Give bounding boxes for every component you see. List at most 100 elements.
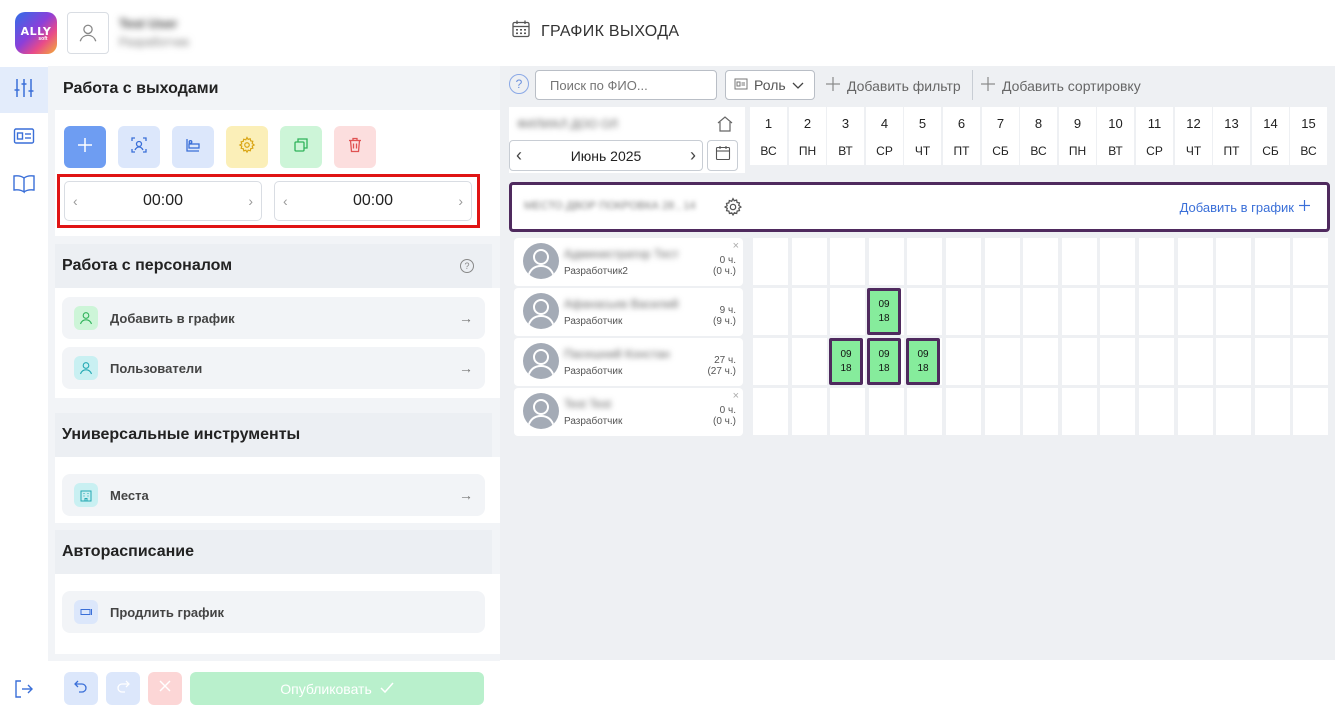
schedule-cell[interactable] [1293, 338, 1328, 385]
schedule-cell[interactable] [946, 288, 981, 335]
schedule-cell[interactable] [1216, 288, 1251, 335]
start-time-stepper[interactable]: ‹ 00:00 › [64, 181, 262, 221]
schedule-cell[interactable] [792, 238, 827, 285]
schedule-cell[interactable] [1178, 288, 1213, 335]
schedule-cell[interactable] [830, 288, 865, 335]
schedule-cell[interactable] [1139, 238, 1174, 285]
home-icon[interactable] [716, 115, 734, 138]
schedule-cell[interactable] [1255, 288, 1290, 335]
day-header[interactable]: 2 ПН [789, 107, 826, 165]
end-time-value[interactable]: 00:00 [353, 192, 393, 210]
schedule-cell[interactable] [985, 338, 1020, 385]
shift-block[interactable]: 09 18 [867, 288, 901, 335]
chevron-left-icon[interactable]: ‹ [516, 145, 522, 166]
schedule-cell[interactable] [792, 388, 827, 435]
add-sort-button[interactable]: Добавить сортировку [980, 76, 1141, 95]
chevron-left-icon[interactable]: ‹ [283, 193, 288, 209]
add-to-schedule-item[interactable]: Добавить в график → [62, 297, 485, 339]
select-employees-button[interactable] [118, 126, 160, 168]
schedule-cell[interactable] [907, 388, 942, 435]
remove-icon[interactable]: × [733, 240, 739, 252]
chevron-right-icon[interactable]: › [690, 145, 696, 166]
schedule-cell[interactable] [946, 388, 981, 435]
schedule-cell[interactable] [907, 238, 942, 285]
schedule-cell[interactable] [753, 288, 788, 335]
day-header[interactable]: 6 ПТ [943, 107, 980, 165]
schedule-cell[interactable] [792, 288, 827, 335]
schedule-cell[interactable] [1216, 388, 1251, 435]
shift-block[interactable]: 09 18 [829, 338, 863, 385]
schedule-cell[interactable] [869, 388, 904, 435]
day-header[interactable]: 10 ВТ [1097, 107, 1134, 165]
rail-schedule-settings-button[interactable] [0, 67, 48, 113]
day-off-button[interactable] [172, 126, 214, 168]
day-header[interactable]: 8 ВС [1020, 107, 1057, 165]
employee-card[interactable]: Администратор Тест Разработчик2 0 ч. (0 ч.)… [514, 238, 743, 286]
shift-block[interactable]: 09 18 [906, 338, 940, 385]
day-header[interactable]: 14 СБ [1252, 107, 1289, 165]
schedule-cell[interactable] [753, 388, 788, 435]
schedule-cell[interactable] [753, 338, 788, 385]
schedule-cell[interactable] [1100, 238, 1135, 285]
end-time-stepper[interactable]: ‹ 00:00 › [274, 181, 472, 221]
schedule-cell[interactable] [1178, 338, 1213, 385]
schedule-cell[interactable] [1293, 388, 1328, 435]
redo-button[interactable] [106, 672, 140, 705]
schedule-cell[interactable] [1255, 388, 1290, 435]
schedule-cell[interactable] [1139, 288, 1174, 335]
schedule-cell[interactable] [1100, 338, 1135, 385]
schedule-cell[interactable] [985, 238, 1020, 285]
schedule-cell[interactable] [1023, 338, 1058, 385]
cancel-button[interactable] [148, 672, 182, 705]
schedule-cell[interactable] [1293, 238, 1328, 285]
schedule-cell[interactable] [753, 238, 788, 285]
schedule-cell[interactable] [1062, 238, 1097, 285]
logout-button[interactable] [0, 668, 48, 714]
copy-shift-button[interactable] [280, 126, 322, 168]
schedule-cell[interactable] [1139, 388, 1174, 435]
schedule-cell[interactable] [907, 288, 942, 335]
help-icon[interactable]: ? [509, 74, 529, 94]
schedule-cell[interactable] [1216, 338, 1251, 385]
add-shift-button[interactable] [64, 126, 106, 168]
month-selector[interactable]: ‹ Июнь 2025 › [509, 140, 703, 171]
help-icon[interactable]: ? [460, 259, 474, 273]
add-to-schedule-link[interactable]: Добавить в график [1180, 199, 1311, 215]
schedule-cell[interactable] [1255, 238, 1290, 285]
schedule-cell[interactable] [1255, 338, 1290, 385]
schedule-cell[interactable] [1293, 288, 1328, 335]
schedule-cell[interactable] [1023, 288, 1058, 335]
delete-shift-button[interactable] [334, 126, 376, 168]
schedule-cell[interactable] [985, 288, 1020, 335]
date-picker-button[interactable] [707, 140, 738, 171]
shift-settings-button[interactable] [226, 126, 268, 168]
chevron-right-icon[interactable]: › [248, 193, 253, 209]
day-header[interactable]: 13 ПТ [1213, 107, 1250, 165]
schedule-cell[interactable] [946, 238, 981, 285]
add-filter-button[interactable]: Добавить фильтр [825, 76, 961, 95]
schedule-cell[interactable] [830, 388, 865, 435]
user-avatar[interactable] [67, 12, 109, 54]
gear-icon[interactable] [723, 197, 743, 222]
chevron-right-icon[interactable]: › [458, 193, 463, 209]
day-header[interactable]: 11 СР [1136, 107, 1173, 165]
rail-profile-card-button[interactable] [0, 115, 48, 161]
schedule-cell[interactable] [1100, 388, 1135, 435]
search-input[interactable] [535, 70, 717, 100]
employee-card[interactable]: Афанасьев Василий Разработчик 9 ч. (9 ч.) [514, 288, 743, 336]
schedule-cell[interactable] [1023, 388, 1058, 435]
rail-guide-button[interactable] [0, 163, 48, 209]
users-item[interactable]: Пользователи → [62, 347, 485, 389]
schedule-cell[interactable] [792, 338, 827, 385]
remove-icon[interactable]: × [733, 390, 739, 402]
schedule-cell[interactable] [985, 388, 1020, 435]
employee-card[interactable]: Test Test Разработчик 0 ч. (0 ч.) × [514, 388, 743, 436]
schedule-cell[interactable] [869, 238, 904, 285]
schedule-cell[interactable] [1062, 388, 1097, 435]
day-header[interactable]: 4 СР [866, 107, 903, 165]
day-header[interactable]: 3 ВТ [827, 107, 864, 165]
day-header[interactable]: 7 СБ [982, 107, 1019, 165]
schedule-cell[interactable] [1139, 338, 1174, 385]
day-header[interactable]: 9 ПН [1059, 107, 1096, 165]
schedule-cell[interactable] [946, 338, 981, 385]
